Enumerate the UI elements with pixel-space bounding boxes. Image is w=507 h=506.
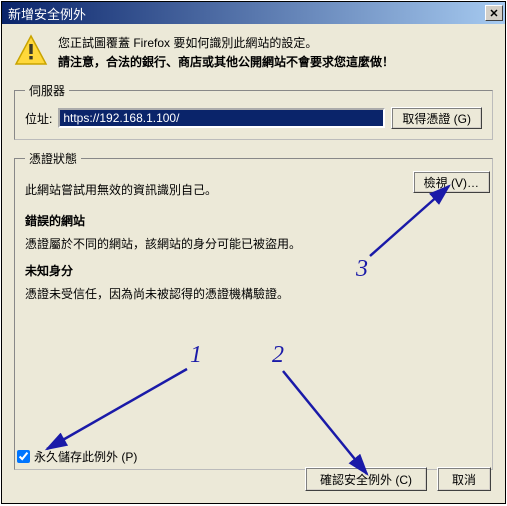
- warning-line2: 請注意，合法的銀行、商店或其他公開網站不會要求您這麼做！: [58, 53, 394, 72]
- warning-row: 您正試圖覆蓋 Firefox 要如何識別此網站的設定。 請注意，合法的銀行、商店…: [14, 34, 493, 72]
- view-button[interactable]: 檢視 (V)…: [413, 171, 490, 193]
- close-button[interactable]: ✕: [485, 5, 503, 21]
- window-title: 新增安全例外: [8, 4, 86, 23]
- confirm-button[interactable]: 確認安全例外 (C): [305, 467, 427, 491]
- unknown-title: 未知身分: [25, 262, 482, 279]
- server-group: 伺服器 位址: 取得憑證 (G): [14, 82, 493, 140]
- warning-line1: 您正試圖覆蓋 Firefox 要如何識別此網站的設定。: [58, 34, 394, 53]
- permanent-store-label: 永久儲存此例外 (P): [34, 448, 137, 465]
- cert-status-legend: 憑證狀態: [25, 150, 81, 167]
- warning-icon: [14, 34, 48, 72]
- server-legend: 伺服器: [25, 82, 69, 99]
- unknown-text: 憑證未受信任，因為尚未被認得的憑證機構驗證。: [25, 285, 482, 302]
- warning-text: 您正試圖覆蓋 Firefox 要如何識別此網站的設定。 請注意，合法的銀行、商店…: [58, 34, 394, 72]
- close-icon: ✕: [489, 7, 498, 20]
- permanent-store-checkbox[interactable]: [17, 450, 30, 463]
- cert-status-group: 憑證狀態 此網站嘗試用無效的資訊識別自己。 檢視 (V)… 錯誤的網站 憑證屬於…: [14, 150, 493, 470]
- wrong-site-title: 錯誤的網站: [25, 212, 482, 229]
- address-input[interactable]: [58, 108, 385, 128]
- address-label: 位址:: [25, 110, 52, 127]
- wrong-site-text: 憑證屬於不同的網站，該網站的身分可能已被盜用。: [25, 235, 482, 252]
- cancel-button[interactable]: 取消: [437, 467, 491, 491]
- titlebar: 新增安全例外 ✕: [2, 2, 505, 24]
- get-cert-button[interactable]: 取得憑證 (G): [391, 107, 482, 129]
- permanent-store-row[interactable]: 永久儲存此例外 (P): [17, 448, 137, 465]
